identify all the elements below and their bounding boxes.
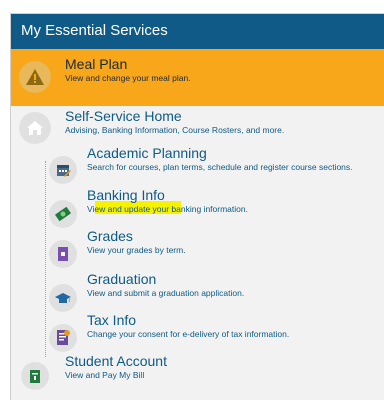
- student-account-desc: View and Pay My Bill: [65, 370, 145, 380]
- service-academic-planning[interactable]: Academic Planning Search for courses, pl…: [11, 144, 384, 186]
- grades-desc: View your grades by term.: [87, 245, 186, 255]
- panel-title: My Essential Services: [21, 22, 168, 39]
- calendar-icon: [49, 156, 77, 184]
- graduation-title[interactable]: Graduation: [87, 271, 156, 287]
- service-self-service-home[interactable]: Self-Service Home Advising, Banking Info…: [11, 106, 384, 146]
- account-icon: [21, 362, 49, 390]
- student-account-title[interactable]: Student Account: [65, 353, 167, 369]
- service-banking-info[interactable]: Banking Info View and update your bankin…: [11, 186, 384, 228]
- banking-info-title[interactable]: Banking Info: [87, 187, 165, 203]
- academic-planning-desc: Search for courses, plan terms, schedule…: [87, 162, 353, 172]
- tax-info-title[interactable]: Tax Info: [87, 312, 136, 328]
- service-grades[interactable]: Grades View your grades by term.: [11, 228, 384, 270]
- self-service-home-title[interactable]: Self-Service Home: [65, 108, 182, 124]
- warning-icon: [19, 61, 51, 93]
- essential-services-panel: My Essential Services Meal Plan View and…: [10, 13, 384, 400]
- tax-document-icon: [49, 324, 77, 352]
- meal-plan-title[interactable]: Meal Plan: [65, 56, 127, 72]
- meal-plan-desc: View and change your meal plan.: [65, 73, 191, 83]
- service-meal-plan[interactable]: Meal Plan View and change your meal plan…: [11, 49, 384, 106]
- banking-info-desc: View and update your banking information…: [87, 204, 248, 214]
- grades-title[interactable]: Grades: [87, 228, 133, 244]
- grades-icon: [49, 240, 77, 268]
- service-tax-info[interactable]: Tax Info Change your consent for e-deliv…: [11, 312, 384, 354]
- service-student-account[interactable]: Student Account View and Pay My Bill: [11, 352, 384, 394]
- tax-info-desc: Change your consent for e-delivery of ta…: [87, 329, 290, 339]
- home-icon: [19, 112, 51, 144]
- panel-header: My Essential Services: [11, 14, 384, 49]
- service-graduation[interactable]: Graduation View and submit a graduation …: [11, 270, 384, 312]
- graduation-desc: View and submit a graduation application…: [87, 288, 245, 298]
- academic-planning-title[interactable]: Academic Planning: [87, 145, 207, 161]
- graduation-cap-icon: [49, 284, 77, 312]
- self-service-home-desc: Advising, Banking Information, Course Ro…: [65, 125, 285, 135]
- money-icon: [49, 200, 77, 228]
